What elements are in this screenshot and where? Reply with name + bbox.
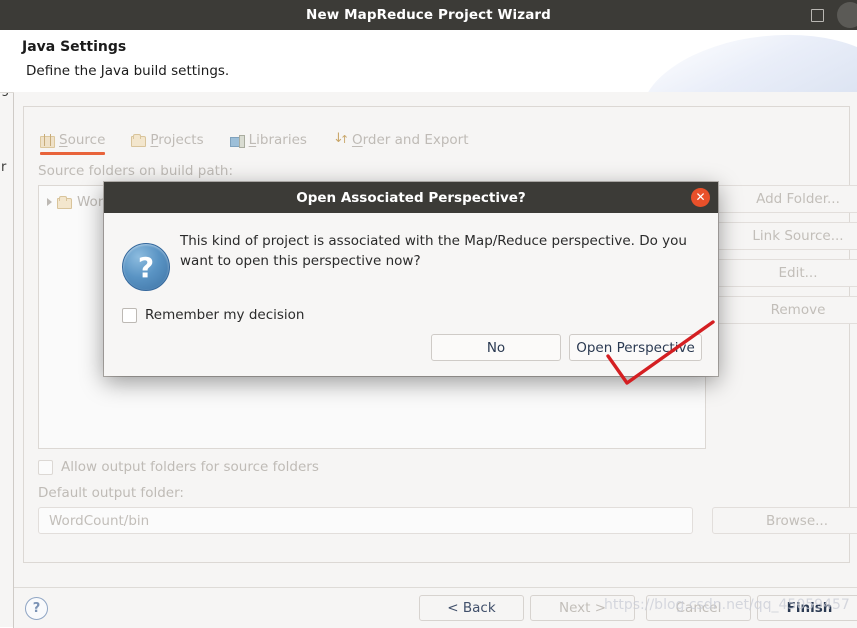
wizard-header: Java Settings Define the Java build sett…	[0, 30, 857, 93]
close-x-icon[interactable]: ✕	[691, 188, 710, 207]
open-associated-perspective-dialog: Open Associated Perspective? ✕ ? This ki…	[104, 182, 718, 376]
allow-output-folders-label: Allow output folders for source folders	[61, 459, 319, 475]
tab-order-and-export[interactable]: Order and Export	[331, 129, 479, 151]
background-window-edge	[0, 30, 15, 627]
default-output-folder-label: Default output folder:	[38, 485, 184, 501]
checkbox-box-icon[interactable]	[122, 307, 137, 323]
tab-projects[interactable]: Projects	[129, 129, 213, 151]
back-button[interactable]: < Back	[419, 595, 524, 621]
window-titlebar: New MapReduce Project Wizard	[0, 0, 857, 30]
tab-libraries[interactable]: Libraries	[228, 129, 317, 151]
close-circle-icon[interactable]	[837, 2, 857, 28]
browse-button[interactable]: Browse...	[712, 507, 857, 534]
source-folder-icon	[57, 195, 72, 209]
help-question-icon[interactable]: ?	[25, 597, 48, 620]
tab-order-and-export-label: Order and Export	[351, 132, 469, 148]
source-side-buttons: Add Folder... Link Source... Edit... Rem…	[712, 185, 857, 333]
collapsed-triangle-icon[interactable]	[47, 198, 52, 206]
remember-my-decision-checkbox[interactable]: Remember my decision	[122, 307, 304, 323]
checkbox-box-icon[interactable]	[38, 459, 53, 475]
watermark-text: https://blog.csdn.net/qq_45059457	[604, 597, 850, 613]
tab-libraries-label: Libraries	[248, 132, 307, 148]
question-mark-icon: ?	[122, 243, 170, 291]
no-button[interactable]: No	[431, 334, 561, 361]
link-source-button[interactable]: Link Source...	[712, 222, 857, 250]
header-swoosh-decoration	[634, 30, 857, 92]
order-arrows-icon	[333, 131, 349, 147]
window-title: New MapReduce Project Wizard	[306, 7, 551, 23]
dialog-message: This kind of project is associated with …	[180, 233, 687, 269]
source-folders-label: Source folders on build path:	[38, 163, 234, 179]
remember-my-decision-label: Remember my decision	[145, 307, 305, 323]
edit-button[interactable]: Edit...	[712, 259, 857, 287]
page-title: Java Settings	[22, 39, 127, 55]
dialog-title: Open Associated Perspective?	[296, 189, 526, 206]
projects-folder-icon	[131, 133, 147, 147]
dialog-titlebar: Open Associated Perspective? ✕	[104, 182, 718, 213]
background-text-r: r	[1, 160, 7, 175]
open-perspective-button[interactable]: Open Perspective	[569, 334, 702, 361]
settings-tabs: Source Projects Libraries Order and Expo…	[38, 129, 493, 155]
remove-button[interactable]: Remove	[712, 296, 857, 324]
libraries-books-icon	[229, 134, 245, 148]
tab-projects-label: Projects	[150, 132, 204, 148]
source-package-icon	[40, 133, 55, 148]
tab-source[interactable]: Source	[38, 129, 115, 155]
default-output-folder-input[interactable]: WordCount/bin	[38, 507, 693, 534]
maximize-square-icon[interactable]	[811, 9, 824, 22]
tab-source-label: Source	[59, 132, 106, 148]
page-subtitle: Define the Java build settings.	[26, 63, 230, 79]
add-folder-button[interactable]: Add Folder...	[712, 185, 857, 213]
allow-output-folders-checkbox[interactable]: Allow output folders for source folders	[38, 459, 319, 475]
